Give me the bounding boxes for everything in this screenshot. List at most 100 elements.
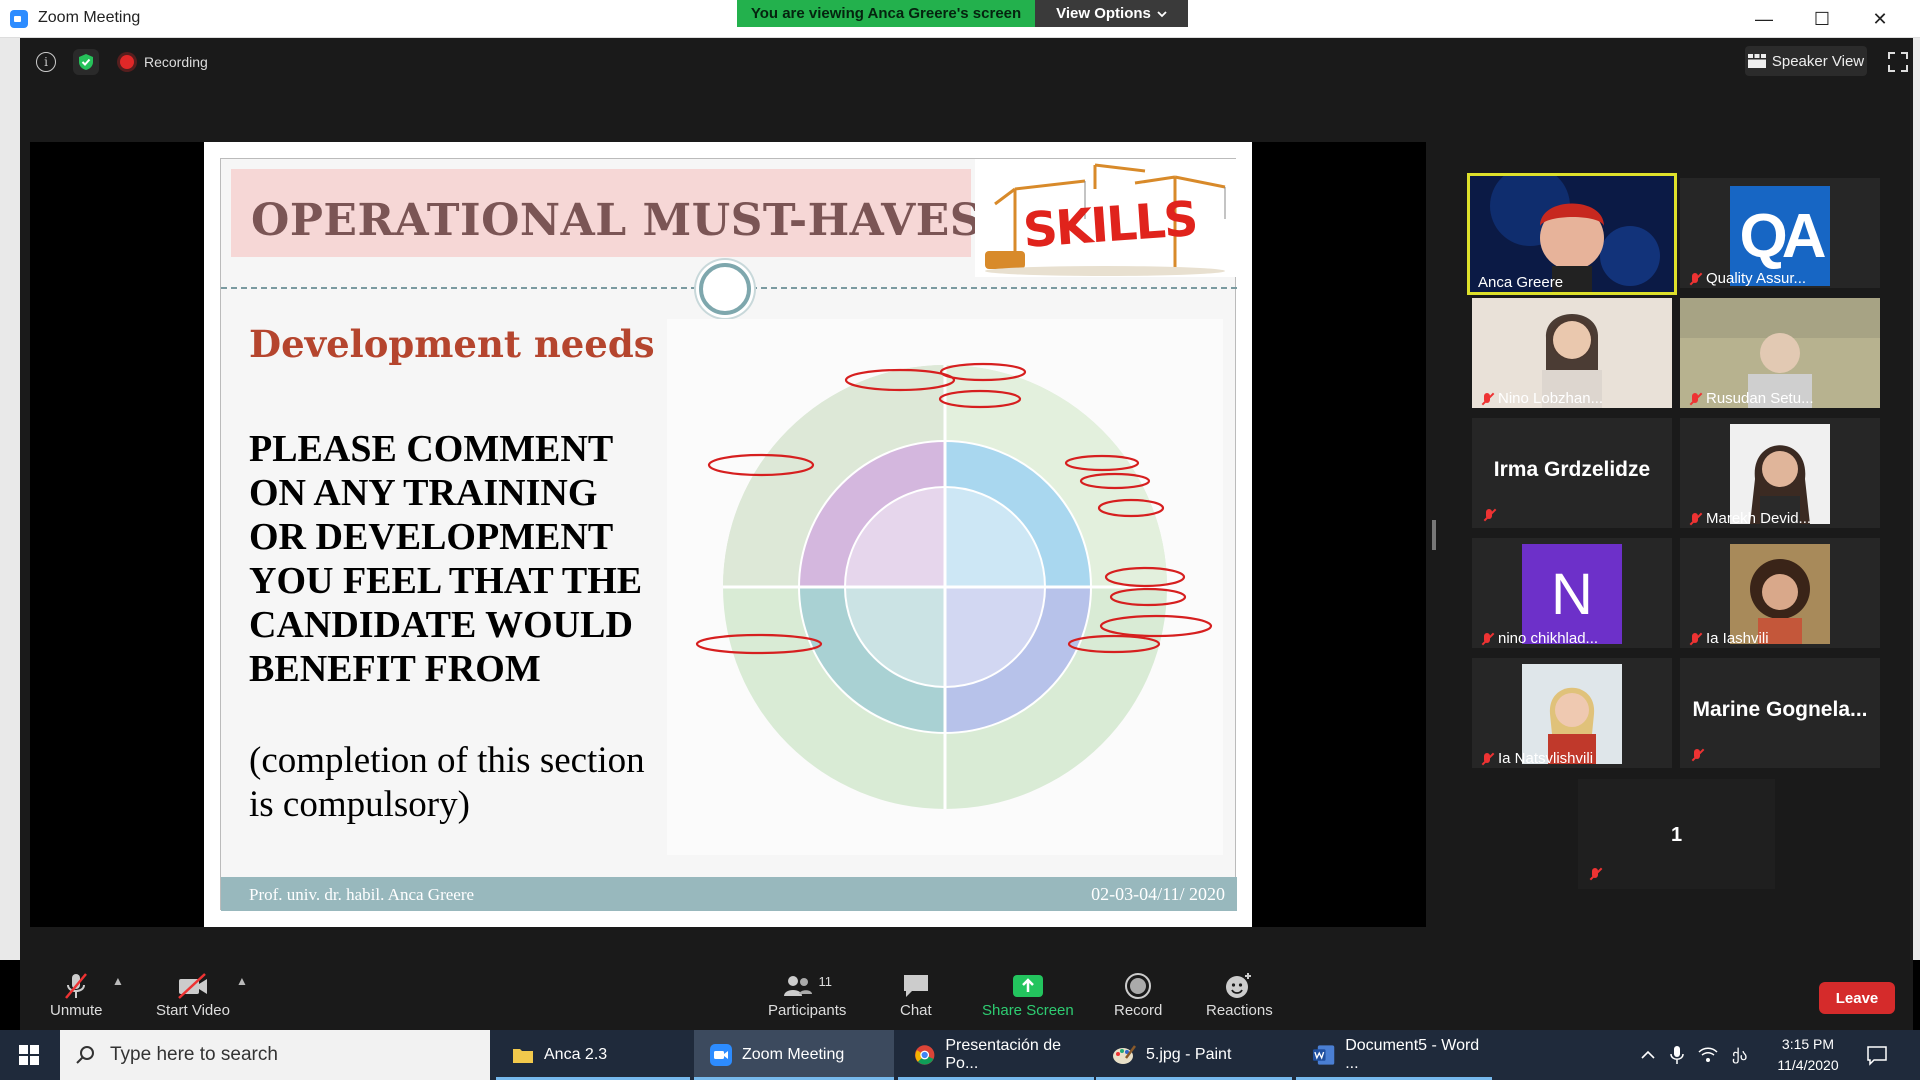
speaker-view-label: Speaker View: [1771, 52, 1865, 70]
windows-logo-icon: [19, 1045, 39, 1065]
participant-label: Ia Iashvili: [1688, 630, 1769, 647]
profile-photo: [1730, 544, 1830, 644]
word-icon: [1312, 1045, 1335, 1065]
window-titlebar: Zoom Meeting You are viewing Anca Greere…: [0, 0, 1920, 38]
muted-mic-icon: [65, 973, 88, 999]
zoom-icon: [710, 1044, 732, 1066]
meeting-info-button[interactable]: i: [36, 52, 56, 72]
clock-time: 3:15 PM: [1781, 1036, 1835, 1052]
chat-button[interactable]: Chat: [900, 970, 932, 1019]
grid-view-icon: [1747, 54, 1766, 68]
participant-tile-ia-iashvili[interactable]: Ia Iashvili: [1680, 538, 1880, 648]
search-icon: [76, 1046, 94, 1064]
taskbar-search-box[interactable]: Type here to search: [60, 1030, 490, 1080]
more-participants-count: 1: [1670, 824, 1683, 846]
participant-label: Marekh Devid...: [1688, 510, 1811, 527]
participant-label: Ia Natsvlishvili: [1480, 750, 1593, 767]
participant-tile-ia-natsvlishvili[interactable]: Ia Natsvlishvili: [1472, 658, 1672, 768]
desktop-strip-right: [1913, 38, 1920, 960]
chevron-up-icon[interactable]: [1640, 1050, 1656, 1060]
maximize-button[interactable]: ☐: [1793, 0, 1851, 38]
participant-label: Nino Lobzhan...: [1480, 390, 1603, 407]
encryption-shield[interactable]: [73, 49, 99, 75]
record-button[interactable]: Record: [1114, 970, 1162, 1019]
participant-name: Marekh Devid...: [1706, 510, 1812, 527]
participants-button[interactable]: 11 Participants: [768, 970, 846, 1020]
folder-icon: [513, 1049, 533, 1063]
system-tray: ქა: [1640, 1030, 1747, 1080]
participant-name: nino chikhlad...: [1498, 630, 1599, 647]
shield-icon: [73, 49, 99, 75]
participants-icon: [784, 976, 813, 996]
chat-icon: [903, 975, 928, 997]
minimize-button[interactable]: —: [1735, 0, 1793, 38]
leave-button[interactable]: Leave: [1819, 982, 1895, 1014]
muted-mic-icon: [1480, 752, 1494, 766]
speaker-view-button[interactable]: Speaker View: [1745, 46, 1867, 76]
input-language[interactable]: ქა: [1732, 1046, 1747, 1064]
start-video-button[interactable]: Start Video: [156, 970, 230, 1019]
start-video-label: Start Video: [156, 1002, 230, 1019]
chat-label: Chat: [900, 1002, 932, 1019]
participant-name: Nino Lobzhan...: [1498, 390, 1604, 407]
participant-tile-irma-grdzelidze[interactable]: Irma Grdzelidze: [1472, 418, 1672, 528]
participant-tile-anca-greere[interactable]: Anca Greere: [1467, 173, 1677, 295]
participant-tile-marine-gognelashvili[interactable]: Marine Gognela...: [1680, 658, 1880, 768]
taskbar-item-zoom-meeting[interactable]: Zoom Meeting: [694, 1030, 894, 1080]
taskbar-clock[interactable]: 3:15 PM 11/4/2020: [1768, 1034, 1848, 1076]
wifi-icon[interactable]: [1698, 1047, 1718, 1063]
participant-tile-nino-chikhladze[interactable]: N nino chikhlad...: [1472, 538, 1672, 648]
microphone-icon[interactable]: [1670, 1045, 1684, 1065]
video-off-icon: [178, 973, 207, 999]
task-label: Document5 - Word ...: [1345, 1037, 1480, 1072]
start-button[interactable]: [0, 1030, 58, 1080]
participant-name: Ia Natsvlishvili: [1498, 750, 1594, 767]
participant-display-name: Marine Gognela...: [1692, 698, 1868, 721]
muted-mic-icon: [1480, 392, 1494, 406]
more-participants-tile[interactable]: 1: [1578, 779, 1775, 889]
unmute-button[interactable]: Unmute: [50, 970, 103, 1019]
share-screen-label: Share Screen: [982, 1002, 1074, 1019]
slide-frame: OPERATIONAL MUST-HAVES. SKILLS Developme…: [220, 158, 1237, 911]
record-label: Record: [1114, 1002, 1163, 1019]
task-label: Presentación de Po...: [945, 1037, 1062, 1072]
muted-mic-icon: [1688, 272, 1702, 286]
notifications-icon[interactable]: [1866, 1044, 1888, 1066]
chrome-icon: [914, 1045, 935, 1065]
circle-ornament: [699, 263, 751, 315]
info-icon: i: [36, 52, 56, 72]
zoom-app-icon: [10, 10, 28, 28]
taskbar-item-paint[interactable]: 5.jpg - Paint: [1096, 1030, 1292, 1080]
participant-tile-quality-assurance[interactable]: QA Quality Assur...: [1680, 178, 1880, 288]
slide-title-band: OPERATIONAL MUST-HAVES.: [231, 169, 996, 257]
taskbar-item-chrome-presentation[interactable]: Presentación de Po...: [898, 1030, 1094, 1080]
paint-icon: [1113, 1045, 1136, 1064]
participant-tile-nino-lobzhanidze[interactable]: Nino Lobzhan...: [1472, 298, 1672, 408]
profile-photo: [1522, 664, 1622, 764]
fullscreen-icon[interactable]: [1888, 52, 1908, 72]
unmute-label: Unmute: [50, 1002, 103, 1019]
reactions-button[interactable]: Reactions: [1206, 970, 1273, 1019]
participant-tile-marekh-devidze[interactable]: Marekh Devid...: [1680, 418, 1880, 528]
recording-label: Recording: [144, 54, 208, 70]
share-screen-button[interactable]: Share Screen: [982, 970, 1074, 1019]
taskbar-item-word[interactable]: Document5 - Word ...: [1296, 1030, 1492, 1080]
task-label: Anca 2.3: [544, 1046, 608, 1063]
recording-indicator[interactable]: Recording: [120, 54, 208, 70]
video-options-caret[interactable]: ▲: [236, 974, 248, 988]
muted-mic-icon: [1688, 392, 1702, 406]
slide-heading: Development needs: [249, 322, 655, 366]
panel-resize-handle[interactable]: [1432, 520, 1436, 550]
view-options-button[interactable]: View Options: [1035, 0, 1188, 27]
reactions-label: Reactions: [1206, 1002, 1273, 1019]
participant-name: Rusudan Setu...: [1706, 390, 1814, 407]
participant-tile-rusudan-setu[interactable]: Rusudan Setu...: [1680, 298, 1880, 408]
close-button[interactable]: ✕: [1851, 0, 1909, 38]
avatar-initial: N: [1522, 544, 1622, 644]
muted-mic-icon: [1690, 748, 1704, 762]
taskbar-item-anca-folder[interactable]: Anca 2.3: [496, 1030, 690, 1080]
audio-options-caret[interactable]: ▲: [112, 974, 124, 988]
search-placeholder: Type here to search: [110, 1044, 278, 1065]
presentation-slide: OPERATIONAL MUST-HAVES. SKILLS Developme…: [204, 142, 1252, 927]
participant-name: Quality Assur...: [1706, 270, 1807, 287]
